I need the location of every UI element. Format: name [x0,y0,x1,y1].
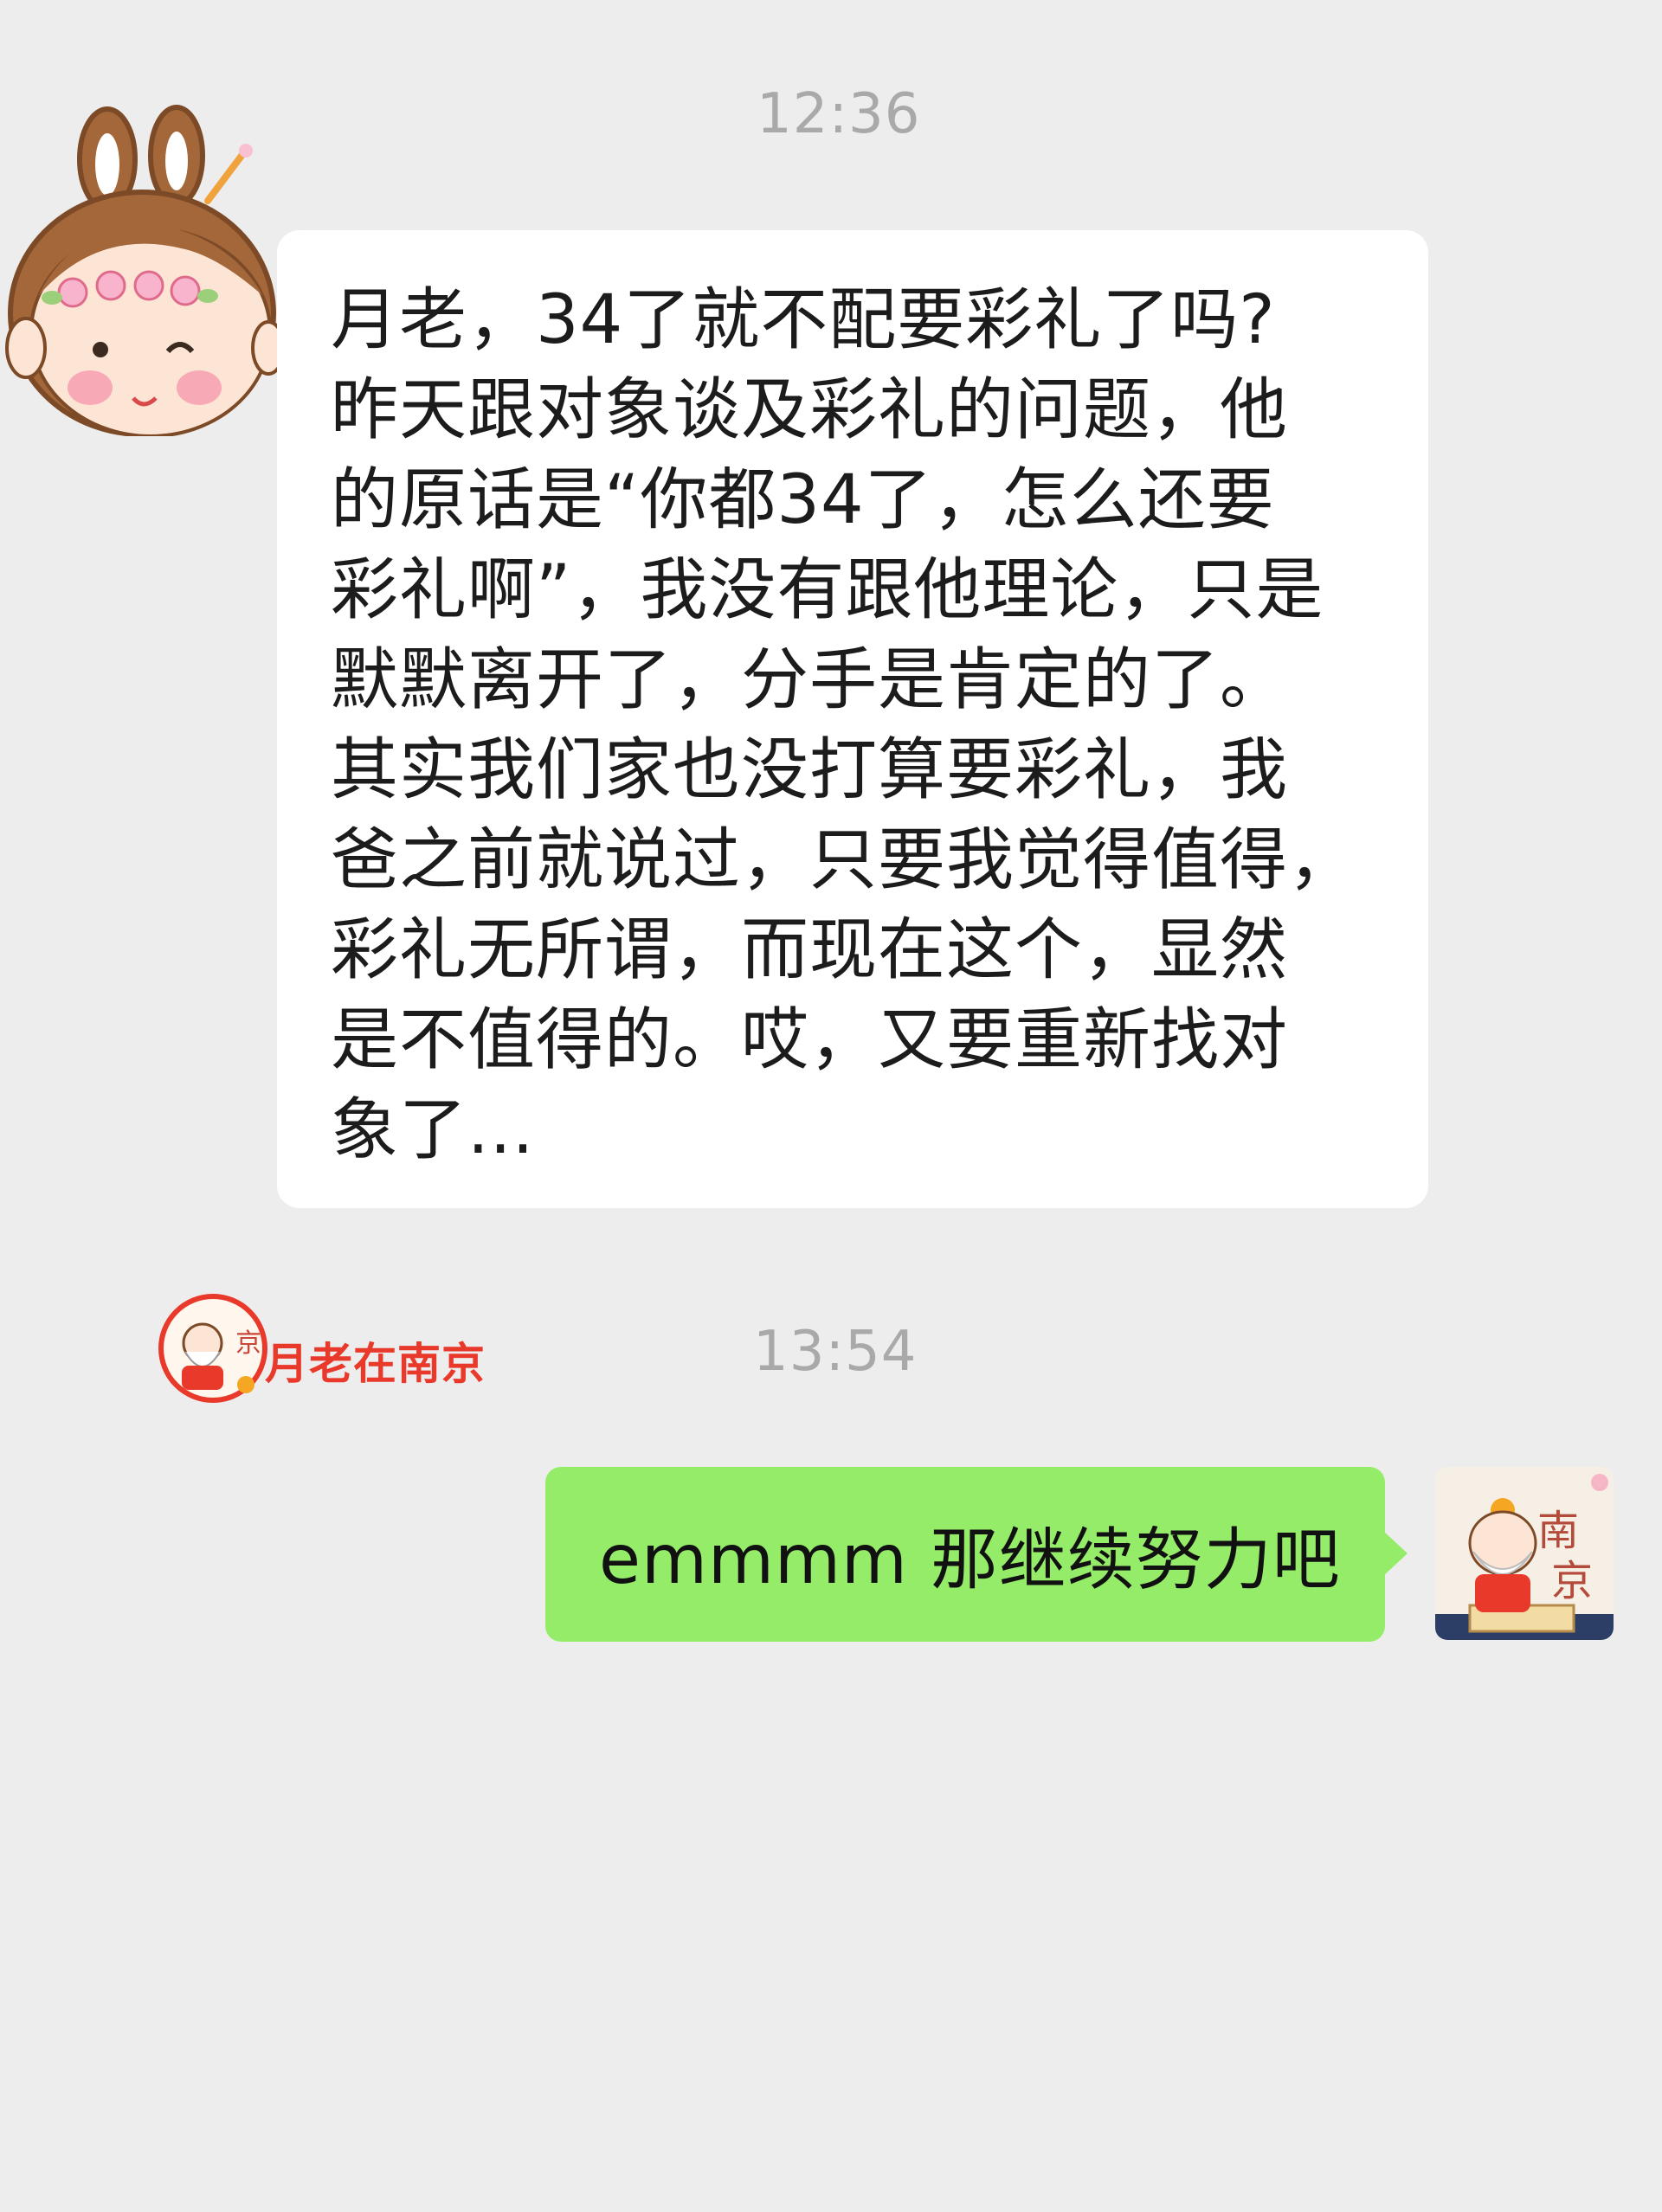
incoming-message-text: 月老，34了就不配要彩礼了吗? 昨天跟对象谈及彩礼的问题，他 的原话是“你都34… [331,281,1357,1169]
old-man-nanjing-avatar[interactable]: 南 京 [1435,1467,1614,1640]
svg-text:京: 京 [235,1328,261,1359]
outgoing-message-bubble[interactable]: emmmm 那继续努力吧 [545,1467,1408,1642]
incoming-message-bubble[interactable]: 月老，34了就不配要彩礼了吗? 昨天跟对象谈及彩礼的问题，他 的原话是“你都34… [277,230,1428,1208]
outgoing-message-text: emmmm 那继续努力吧 [599,1521,1341,1599]
timestamp-2: 13:54 [753,1320,918,1384]
watermark-text: 月老在南京 [265,1339,486,1389]
timestamp-1: 12:36 [757,82,921,146]
svg-text:南: 南 [1537,1507,1579,1555]
watermark: 京 月老在南京 [156,1288,486,1409]
cartoon-girl-avatar[interactable] [3,97,286,438]
svg-text:京: 京 [1551,1557,1593,1605]
yuelao-logo-icon: 京 [156,1291,270,1405]
bubble-tail [1383,1531,1408,1576]
